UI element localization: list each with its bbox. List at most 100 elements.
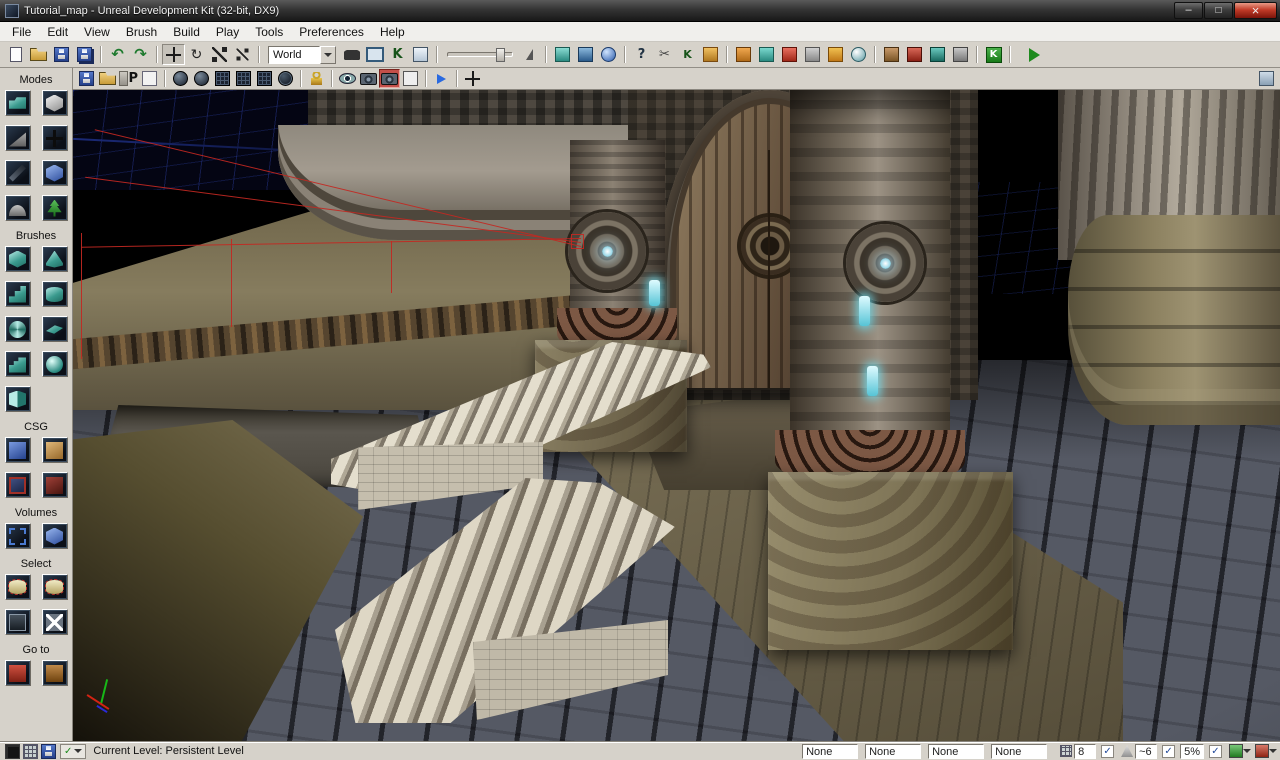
csg-subtract-button[interactable] — [42, 437, 68, 463]
select-touching-button[interactable] — [42, 574, 68, 600]
scale-tool-icon[interactable] — [208, 44, 231, 65]
deploy-gray-icon[interactable] — [949, 44, 972, 65]
build-cover-icon[interactable] — [801, 44, 824, 65]
terrain-mode-button[interactable] — [5, 125, 31, 151]
autosave-interval-button[interactable] — [1255, 744, 1269, 758]
level-visibility-dropdown[interactable]: ✓ — [60, 744, 86, 759]
select-none-button[interactable] — [42, 609, 68, 635]
brush-stair-button[interactable] — [5, 281, 31, 307]
binoculars-icon[interactable] — [340, 44, 363, 65]
lightmass-gem-icon[interactable] — [847, 44, 870, 65]
fullscreen-icon[interactable] — [363, 44, 386, 65]
side-view-icon[interactable] — [254, 69, 275, 88]
menu-item-build[interactable]: Build — [165, 23, 208, 41]
world-mode-dropdown[interactable]: World — [268, 46, 336, 64]
open-mini-icon[interactable] — [97, 69, 118, 88]
build-geometry-icon[interactable] — [732, 44, 755, 65]
autosave-toggle-button[interactable] — [1229, 744, 1243, 758]
build-paths-icon[interactable] — [778, 44, 801, 65]
play-in-editor-icon[interactable] — [1023, 44, 1046, 65]
mesh-mode-button[interactable] — [42, 160, 68, 186]
attach-icon[interactable] — [597, 44, 620, 65]
rotation-grid-icon[interactable] — [1121, 745, 1133, 757]
kismet-small-icon[interactable] — [676, 44, 699, 65]
maximize-icon[interactable] — [1204, 2, 1233, 19]
csg-intersect-button[interactable] — [5, 472, 31, 498]
titlebar[interactable]: Tutorial_map - Unreal Development Kit (3… — [0, 0, 1280, 22]
volume-dashed-button[interactable] — [5, 523, 31, 549]
menu-item-play[interactable]: Play — [208, 23, 247, 41]
menu-item-edit[interactable]: Edit — [39, 23, 76, 41]
drag-grid-checkbox[interactable] — [1101, 745, 1114, 758]
kismet-icon[interactable] — [386, 44, 409, 65]
brush-curved-stair-button[interactable] — [5, 351, 31, 377]
menu-item-brush[interactable]: Brush — [118, 23, 165, 41]
rotation-grid-checkbox[interactable] — [1162, 745, 1175, 758]
goto-actor-button[interactable] — [5, 660, 31, 686]
deploy-red-icon[interactable] — [903, 44, 926, 65]
grid-mini-icon[interactable] — [21, 743, 39, 759]
brush-cone-button[interactable] — [42, 246, 68, 272]
camera-locked-icon[interactable] — [379, 69, 400, 88]
save-mini2-icon[interactable] — [39, 743, 57, 759]
front-view-icon[interactable] — [233, 69, 254, 88]
top-view-icon[interactable] — [212, 69, 233, 88]
translate-tool-icon[interactable] — [162, 44, 185, 65]
brush-sheet-button[interactable] — [42, 316, 68, 342]
save-mini-icon[interactable] — [76, 69, 97, 88]
square-white-icon[interactable] — [400, 69, 421, 88]
new-file-icon[interactable] — [4, 44, 27, 65]
menu-item-file[interactable]: File — [4, 23, 39, 41]
select-inside-button[interactable] — [5, 574, 31, 600]
rotate-tool-icon[interactable] — [185, 44, 208, 65]
color-swatch-icon[interactable] — [3, 743, 21, 759]
select-translucent-icon[interactable] — [139, 69, 160, 88]
volume-cube-button[interactable] — [42, 523, 68, 549]
landscape-mode-button[interactable] — [5, 195, 31, 221]
matinee-icon[interactable] — [699, 44, 722, 65]
undo-icon[interactable] — [106, 44, 129, 65]
deploy-teal-icon[interactable] — [926, 44, 949, 65]
save-all-icon[interactable] — [73, 44, 96, 65]
build-all-icon[interactable] — [824, 44, 847, 65]
brush-sphere-button[interactable] — [42, 351, 68, 377]
texture-mode-button[interactable] — [5, 160, 31, 186]
camera-speed-icon[interactable] — [518, 44, 541, 65]
generic-browser-icon[interactable] — [551, 44, 574, 65]
brush-card-button[interactable] — [5, 386, 31, 412]
content-browser-icon[interactable] — [409, 44, 432, 65]
camera-icon[interactable] — [358, 69, 379, 88]
csg-deintersect-button[interactable] — [42, 472, 68, 498]
goto-builder-button[interactable] — [42, 660, 68, 686]
perspective-viewport[interactable] — [73, 90, 1280, 741]
foliage-mode-button[interactable] — [42, 195, 68, 221]
dock-toolbar-icon[interactable] — [1256, 69, 1277, 88]
brush-cylinder-button[interactable] — [42, 281, 68, 307]
camera-speed-slider[interactable] — [447, 52, 513, 57]
menu-item-preferences[interactable]: Preferences — [291, 23, 372, 41]
persp-view-icon[interactable] — [191, 69, 212, 88]
geometry-mode-button[interactable] — [42, 90, 68, 116]
transform-mode-button[interactable] — [42, 125, 68, 151]
open-file-icon[interactable] — [27, 44, 50, 65]
save-icon[interactable] — [50, 44, 73, 65]
brush-spiral-stair-button[interactable] — [5, 316, 31, 342]
camera-mode-button[interactable] — [5, 90, 31, 116]
squint-icon[interactable] — [170, 69, 191, 88]
minimize-icon[interactable] — [1174, 2, 1203, 19]
pan-cross-icon[interactable] — [462, 69, 483, 88]
scale-snap-checkbox[interactable] — [1209, 745, 1222, 758]
level-browser-icon[interactable] — [574, 44, 597, 65]
wire-view-icon[interactable] — [275, 69, 296, 88]
eye-icon[interactable] — [337, 69, 358, 88]
cut-scissors-icon[interactable] — [653, 44, 676, 65]
csg-add-button[interactable] — [5, 437, 31, 463]
nonuniform-scale-tool-icon[interactable] — [231, 44, 254, 65]
cook-package-icon[interactable] — [880, 44, 903, 65]
menu-item-tools[interactable]: Tools — [247, 23, 291, 41]
menu-item-view[interactable]: View — [76, 23, 118, 41]
redo-icon[interactable] — [129, 44, 152, 65]
build-lighting-icon[interactable] — [755, 44, 778, 65]
realtime-play-icon[interactable] — [431, 69, 452, 88]
help-question-icon[interactable] — [630, 44, 653, 65]
